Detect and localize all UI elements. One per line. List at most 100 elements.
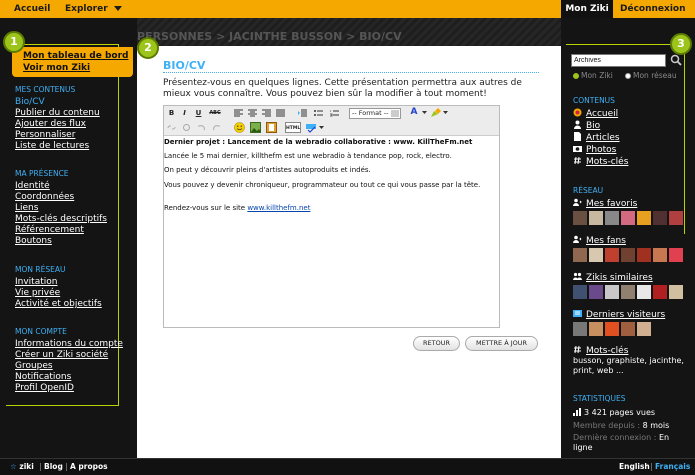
spellcheck-icon[interactable] [305, 122, 317, 133]
indent-icon[interactable] [298, 109, 307, 118]
right-item-bio[interactable]: Bio [573, 120, 600, 131]
media-icon[interactable] [266, 122, 277, 133]
sidebar-item-bio-cv[interactable]: Bio/CV [15, 97, 45, 107]
nav-explorer-menu[interactable]: Explorer [65, 0, 122, 18]
search-icon[interactable] [670, 54, 682, 66]
avatar[interactable] [669, 285, 683, 299]
right-item-mots-cles[interactable]: Mots-clés [573, 156, 628, 167]
avatar[interactable] [637, 285, 651, 299]
sidebar-item-identite[interactable]: Identité [15, 181, 50, 191]
chevron-down-icon[interactable] [319, 125, 324, 130]
undo-icon[interactable] [197, 123, 206, 132]
image-icon[interactable] [250, 122, 261, 133]
italic-button[interactable]: I [180, 108, 189, 119]
editor-link-killthefm[interactable]: www.killthefm.net [247, 204, 310, 212]
sidebar-item-creer-un-ziki-societe[interactable]: Créer un Ziki société [15, 350, 108, 360]
right-item-photos[interactable]: Photos [573, 144, 616, 155]
chevron-down-icon[interactable] [422, 110, 427, 115]
avatar[interactable] [669, 248, 683, 262]
redo-icon[interactable] [212, 123, 221, 132]
sidebar-item-notifications[interactable]: Notifications [15, 372, 71, 382]
link-icon[interactable] [167, 123, 176, 132]
smiley-icon[interactable] [234, 122, 245, 133]
footer-link-blog[interactable]: Blog [44, 459, 63, 475]
right-item-tags[interactable]: Mots-clés [573, 345, 628, 356]
avatar[interactable] [605, 211, 619, 225]
sidebar-item-vie-privee[interactable]: Vie privée [15, 288, 60, 298]
avatar[interactable] [605, 285, 619, 299]
avatar[interactable] [621, 285, 635, 299]
sidebar-item-personnaliser[interactable]: Personnaliser [15, 130, 75, 140]
avatar[interactable] [573, 285, 587, 299]
align-right-icon[interactable] [262, 109, 271, 118]
tab-voir-mon-ziki[interactable]: Voir mon Ziki [23, 63, 90, 73]
sidebar-item-activite-et-objectifs[interactable]: Activité et objectifs [15, 299, 102, 309]
radio-mon-reseau[interactable]: Mon réseau [625, 71, 677, 80]
avatar[interactable] [605, 248, 619, 262]
avatar[interactable] [621, 211, 635, 225]
avatar[interactable] [573, 248, 587, 262]
avatar[interactable] [589, 211, 603, 225]
avatar[interactable] [621, 248, 635, 262]
strikethrough-button[interactable]: ABC [208, 108, 222, 119]
footer-link-a-propos[interactable]: A propos [70, 459, 108, 475]
sidebar-item-ajouter-des-flux[interactable]: Ajouter des flux [15, 119, 86, 129]
avatar[interactable] [653, 285, 667, 299]
radio-mon-ziki[interactable]: Mon Ziki [573, 71, 613, 80]
sidebar-item-coordonnees[interactable]: Coordonnées [15, 192, 74, 202]
align-justify-icon[interactable] [276, 109, 285, 118]
tab-mon-tableau-de-bord[interactable]: Mon tableau de bord [23, 51, 129, 61]
bullet-list-icon[interactable] [314, 109, 323, 118]
avatar[interactable] [573, 322, 587, 336]
avatar[interactable] [669, 211, 683, 225]
highlight-icon[interactable] [430, 108, 441, 118]
right-item-zikis-similaires[interactable]: Zikis similaires [573, 272, 653, 283]
retour-button[interactable]: RETOUR [413, 336, 460, 351]
language-english[interactable]: English [619, 459, 650, 475]
avatar[interactable] [621, 322, 635, 336]
avatar[interactable] [653, 211, 667, 225]
html-source-button[interactable]: HTML [285, 122, 301, 133]
language-francais[interactable]: Français [655, 459, 690, 475]
align-center-icon[interactable] [248, 109, 257, 118]
chevron-down-icon[interactable] [443, 110, 448, 115]
sidebar-item-mots-cles-descriptifs[interactable]: Mots-clés descriptifs [15, 214, 107, 224]
tag-list[interactable]: busson, graphiste, jacinthe, print, web … [573, 356, 685, 376]
sidebar-item-referencement[interactable]: Référencement [15, 225, 84, 235]
sidebar-item-invitation[interactable]: Invitation [15, 277, 57, 287]
ziki-logo[interactable]: ☆ ziki [10, 459, 34, 475]
avatar[interactable] [573, 211, 587, 225]
bold-button[interactable]: B [167, 108, 176, 119]
sidebar-item-liens[interactable]: Liens [15, 203, 38, 213]
avatar[interactable] [637, 248, 651, 262]
right-item-accueil[interactable]: Accueil [573, 108, 618, 119]
right-item-articles[interactable]: Articles [573, 132, 620, 143]
font-color-button[interactable]: A [409, 107, 419, 118]
unlink-icon[interactable] [182, 123, 191, 132]
right-item-mes-favoris[interactable]: Mes favoris [573, 198, 637, 209]
avatar[interactable] [653, 248, 667, 262]
avatar[interactable] [589, 285, 603, 299]
nav-mon-ziki[interactable]: Mon Ziki [561, 0, 613, 18]
avatar[interactable] [637, 322, 651, 336]
mettre-a-jour-button[interactable]: METTRE À JOUR [465, 336, 538, 351]
right-item-derniers-visiteurs[interactable]: Derniers visiteurs [573, 309, 665, 320]
numbered-list-icon[interactable] [330, 109, 339, 118]
sidebar-item-profil-openid[interactable]: Profil OpenID [15, 383, 74, 393]
search-input[interactable] [571, 54, 666, 67]
avatar[interactable] [637, 211, 651, 225]
format-select[interactable]: -- Format -- [349, 108, 401, 119]
nav-deconnexion[interactable]: Déconnexion [620, 0, 686, 18]
avatar[interactable] [589, 322, 603, 336]
avatar[interactable] [589, 248, 603, 262]
avatar[interactable] [605, 322, 619, 336]
right-item-mes-fans[interactable]: Mes fans [573, 235, 626, 246]
sidebar-item-informations-du-compte[interactable]: Informations du compte [15, 339, 123, 349]
align-left-icon[interactable] [234, 109, 243, 118]
sidebar-item-liste-de-lectures[interactable]: Liste de lectures [15, 141, 89, 151]
sidebar-item-boutons[interactable]: Boutons [15, 236, 52, 246]
nav-accueil[interactable]: Accueil [14, 0, 50, 18]
underline-button[interactable]: U [194, 108, 203, 119]
sidebar-item-groupes[interactable]: Groupes [15, 361, 53, 371]
sidebar-item-publier-du-contenu[interactable]: Publier du contenu [15, 108, 100, 118]
